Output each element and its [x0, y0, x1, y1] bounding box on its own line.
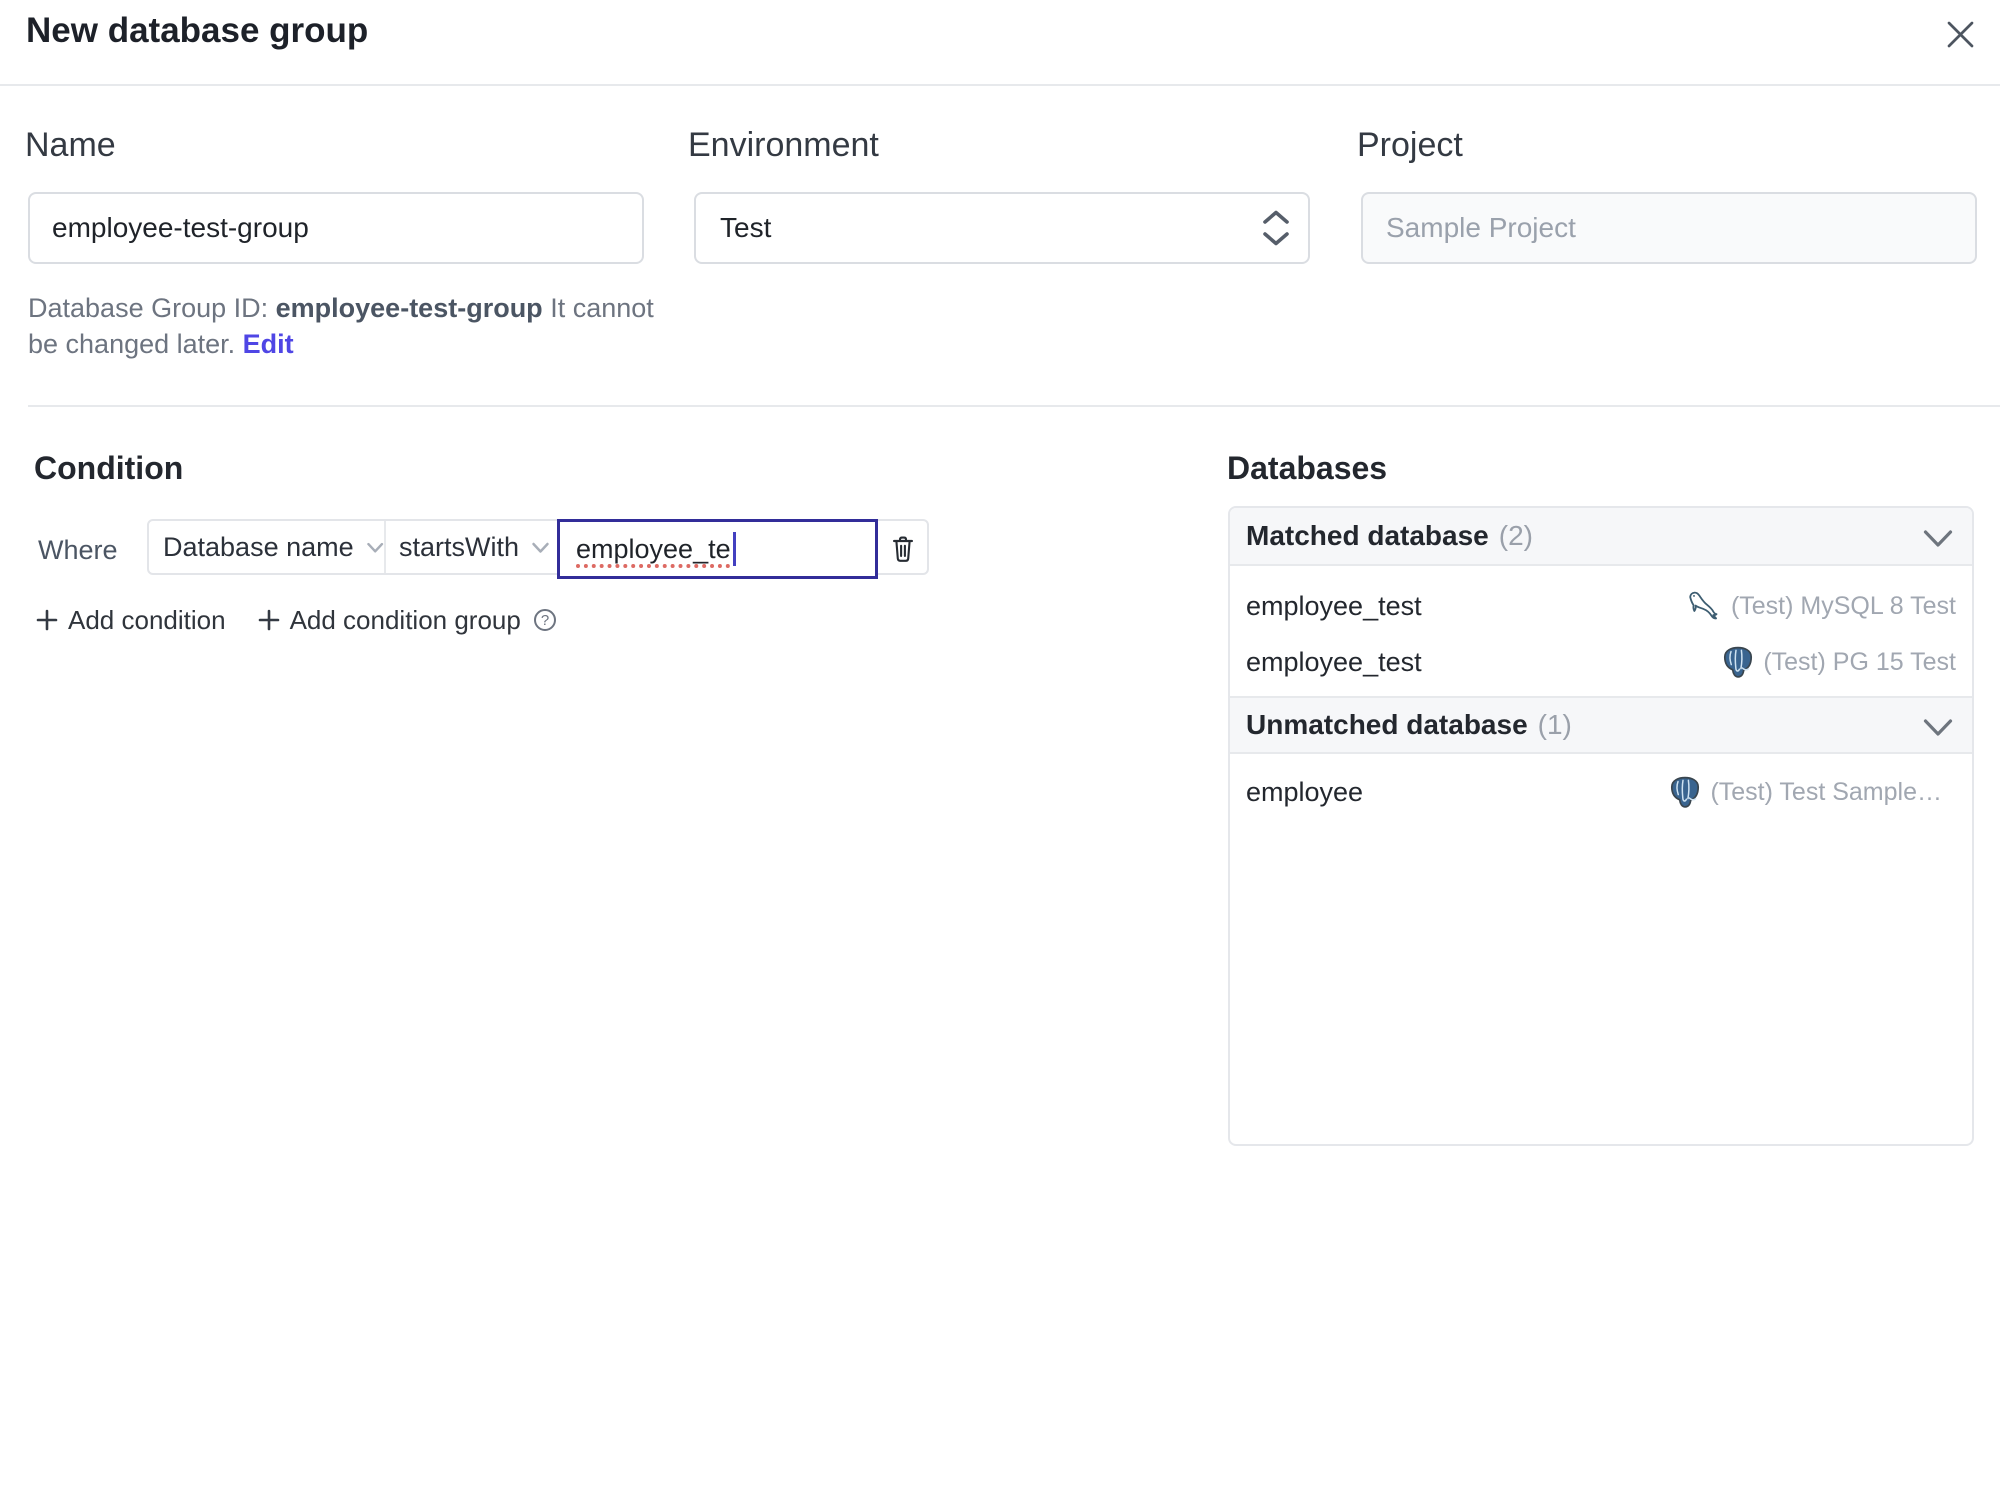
svg-text:?: ? — [541, 612, 549, 629]
